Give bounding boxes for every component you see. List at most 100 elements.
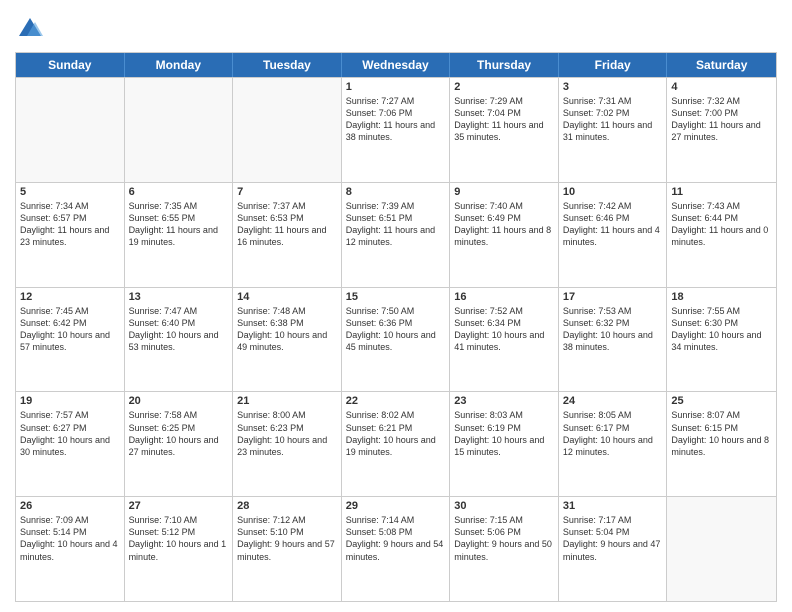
page: SundayMondayTuesdayWednesdayThursdayFrid… bbox=[0, 0, 792, 612]
calendar-cell-1-3 bbox=[233, 78, 342, 182]
cell-info: Sunrise: 8:02 AM Sunset: 6:21 PM Dayligh… bbox=[346, 409, 446, 458]
calendar-row-4: 19Sunrise: 7:57 AM Sunset: 6:27 PM Dayli… bbox=[16, 391, 776, 496]
calendar-cell-5-2: 27 Sunrise: 7:10 AM Sunset: 5:12 PM Dayli… bbox=[125, 497, 234, 601]
calendar-cell-4-7: 25Sunrise: 8:07 AM Sunset: 6:15 PM Dayli… bbox=[667, 392, 776, 496]
calendar-row-5: 26 Sunrise: 7:09 AM Sunset: 5:14 PM Dayli… bbox=[16, 496, 776, 601]
calendar-cell-5-5: 30 Sunrise: 7:15 AM Sunset: 5:06 PM Dayli… bbox=[450, 497, 559, 601]
calendar-cell-1-7: 4Sunrise: 7:32 AM Sunset: 7:00 PM Daylig… bbox=[667, 78, 776, 182]
day-number: 7 bbox=[237, 186, 337, 198]
day-number: 2 bbox=[454, 81, 554, 93]
cell-info: Sunrise: 7:14 AM Sunset: 5:08 PM Dayligh… bbox=[346, 514, 446, 563]
cell-info: Sunrise: 7:48 AM Sunset: 6:38 PM Dayligh… bbox=[237, 305, 337, 354]
calendar-cell-1-6: 3 Sunrise: 7:31 AM Sunset: 7:02 PM Daylig… bbox=[559, 78, 668, 182]
calendar-cell-3-4: 15Sunrise: 7:50 AM Sunset: 6:36 PM Dayli… bbox=[342, 288, 451, 392]
calendar-cell-5-7 bbox=[667, 497, 776, 601]
calendar-cell-4-2: 20 Sunrise: 7:58 AM Sunset: 6:25 PM Dayli… bbox=[125, 392, 234, 496]
calendar-cell-2-4: 8Sunrise: 7:39 AM Sunset: 6:51 PM Daylig… bbox=[342, 183, 451, 287]
cell-info: Sunrise: 7:39 AM Sunset: 6:51 PM Dayligh… bbox=[346, 200, 446, 249]
calendar-cell-2-7: 11 Sunrise: 7:43 AM Sunset: 6:44 PM Dayli… bbox=[667, 183, 776, 287]
day-number: 28 bbox=[237, 500, 337, 512]
calendar-cell-2-1: 5 Sunrise: 7:34 AM Sunset: 6:57 PM Daylig… bbox=[16, 183, 125, 287]
calendar-row-2: 5 Sunrise: 7:34 AM Sunset: 6:57 PM Daylig… bbox=[16, 182, 776, 287]
cell-info: Sunrise: 7:09 AM Sunset: 5:14 PM Dayligh… bbox=[20, 514, 120, 563]
day-number: 27 bbox=[129, 500, 229, 512]
calendar-cell-2-2: 6 Sunrise: 7:35 AM Sunset: 6:55 PM Daylig… bbox=[125, 183, 234, 287]
day-number: 18 bbox=[671, 291, 772, 303]
cell-info: Sunrise: 7:52 AM Sunset: 6:34 PM Dayligh… bbox=[454, 305, 554, 354]
day-number: 17 bbox=[563, 291, 663, 303]
day-number: 21 bbox=[237, 395, 337, 407]
calendar-cell-5-4: 29 Sunrise: 7:14 AM Sunset: 5:08 PM Dayli… bbox=[342, 497, 451, 601]
calendar-cell-5-1: 26 Sunrise: 7:09 AM Sunset: 5:14 PM Dayli… bbox=[16, 497, 125, 601]
calendar-cell-3-7: 18 Sunrise: 7:55 AM Sunset: 6:30 PM Dayli… bbox=[667, 288, 776, 392]
header-day-thursday: Thursday bbox=[450, 53, 559, 77]
cell-info: Sunrise: 7:53 AM Sunset: 6:32 PM Dayligh… bbox=[563, 305, 663, 354]
day-number: 24 bbox=[563, 395, 663, 407]
calendar-header: SundayMondayTuesdayWednesdayThursdayFrid… bbox=[16, 53, 776, 77]
cell-info: Sunrise: 7:10 AM Sunset: 5:12 PM Dayligh… bbox=[129, 514, 229, 563]
day-number: 15 bbox=[346, 291, 446, 303]
cell-info: Sunrise: 7:17 AM Sunset: 5:04 PM Dayligh… bbox=[563, 514, 663, 563]
calendar-cell-4-5: 23 Sunrise: 8:03 AM Sunset: 6:19 PM Dayli… bbox=[450, 392, 559, 496]
day-number: 5 bbox=[20, 186, 120, 198]
cell-info: Sunrise: 7:27 AM Sunset: 7:06 PM Dayligh… bbox=[346, 95, 446, 144]
cell-info: Sunrise: 7:15 AM Sunset: 5:06 PM Dayligh… bbox=[454, 514, 554, 563]
cell-info: Sunrise: 7:35 AM Sunset: 6:55 PM Dayligh… bbox=[129, 200, 229, 249]
calendar-body: 1Sunrise: 7:27 AM Sunset: 7:06 PM Daylig… bbox=[16, 77, 776, 601]
cell-info: Sunrise: 7:40 AM Sunset: 6:49 PM Dayligh… bbox=[454, 200, 554, 249]
day-number: 29 bbox=[346, 500, 446, 512]
calendar-cell-4-3: 21 Sunrise: 8:00 AM Sunset: 6:23 PM Dayli… bbox=[233, 392, 342, 496]
day-number: 20 bbox=[129, 395, 229, 407]
calendar-cell-3-3: 14 Sunrise: 7:48 AM Sunset: 6:38 PM Dayli… bbox=[233, 288, 342, 392]
cell-info: Sunrise: 7:29 AM Sunset: 7:04 PM Dayligh… bbox=[454, 95, 554, 144]
calendar-cell-3-5: 16Sunrise: 7:52 AM Sunset: 6:34 PM Dayli… bbox=[450, 288, 559, 392]
calendar-cell-1-2 bbox=[125, 78, 234, 182]
day-number: 30 bbox=[454, 500, 554, 512]
cell-info: Sunrise: 7:45 AM Sunset: 6:42 PM Dayligh… bbox=[20, 305, 120, 354]
header-day-monday: Monday bbox=[125, 53, 234, 77]
day-number: 13 bbox=[129, 291, 229, 303]
calendar-cell-4-1: 19Sunrise: 7:57 AM Sunset: 6:27 PM Dayli… bbox=[16, 392, 125, 496]
calendar-cell-1-5: 2 Sunrise: 7:29 AM Sunset: 7:04 PM Daylig… bbox=[450, 78, 559, 182]
cell-info: Sunrise: 8:05 AM Sunset: 6:17 PM Dayligh… bbox=[563, 409, 663, 458]
calendar: SundayMondayTuesdayWednesdayThursdayFrid… bbox=[15, 52, 777, 602]
calendar-cell-1-1 bbox=[16, 78, 125, 182]
cell-info: Sunrise: 8:00 AM Sunset: 6:23 PM Dayligh… bbox=[237, 409, 337, 458]
day-number: 11 bbox=[671, 186, 772, 198]
calendar-cell-5-3: 28 Sunrise: 7:12 AM Sunset: 5:10 PM Dayli… bbox=[233, 497, 342, 601]
day-number: 22 bbox=[346, 395, 446, 407]
cell-info: Sunrise: 7:58 AM Sunset: 6:25 PM Dayligh… bbox=[129, 409, 229, 458]
calendar-row-1: 1Sunrise: 7:27 AM Sunset: 7:06 PM Daylig… bbox=[16, 77, 776, 182]
cell-info: Sunrise: 8:03 AM Sunset: 6:19 PM Dayligh… bbox=[454, 409, 554, 458]
cell-info: Sunrise: 8:07 AM Sunset: 6:15 PM Dayligh… bbox=[671, 409, 772, 458]
cell-info: Sunrise: 7:55 AM Sunset: 6:30 PM Dayligh… bbox=[671, 305, 772, 354]
day-number: 3 bbox=[563, 81, 663, 93]
logo bbox=[15, 14, 49, 44]
day-number: 26 bbox=[20, 500, 120, 512]
cell-info: Sunrise: 7:34 AM Sunset: 6:57 PM Dayligh… bbox=[20, 200, 120, 249]
day-number: 6 bbox=[129, 186, 229, 198]
day-number: 23 bbox=[454, 395, 554, 407]
cell-info: Sunrise: 7:31 AM Sunset: 7:02 PM Dayligh… bbox=[563, 95, 663, 144]
logo-icon bbox=[15, 14, 45, 44]
header-day-sunday: Sunday bbox=[16, 53, 125, 77]
calendar-cell-4-6: 24 Sunrise: 8:05 AM Sunset: 6:17 PM Dayli… bbox=[559, 392, 668, 496]
cell-info: Sunrise: 7:47 AM Sunset: 6:40 PM Dayligh… bbox=[129, 305, 229, 354]
day-number: 31 bbox=[563, 500, 663, 512]
header-day-tuesday: Tuesday bbox=[233, 53, 342, 77]
day-number: 14 bbox=[237, 291, 337, 303]
calendar-cell-2-5: 9Sunrise: 7:40 AM Sunset: 6:49 PM Daylig… bbox=[450, 183, 559, 287]
header-day-wednesday: Wednesday bbox=[342, 53, 451, 77]
cell-info: Sunrise: 7:12 AM Sunset: 5:10 PM Dayligh… bbox=[237, 514, 337, 563]
cell-info: Sunrise: 7:43 AM Sunset: 6:44 PM Dayligh… bbox=[671, 200, 772, 249]
day-number: 12 bbox=[20, 291, 120, 303]
calendar-cell-2-3: 7Sunrise: 7:37 AM Sunset: 6:53 PM Daylig… bbox=[233, 183, 342, 287]
calendar-row-3: 12 Sunrise: 7:45 AM Sunset: 6:42 PM Dayli… bbox=[16, 287, 776, 392]
calendar-cell-3-1: 12 Sunrise: 7:45 AM Sunset: 6:42 PM Dayli… bbox=[16, 288, 125, 392]
header bbox=[15, 10, 777, 44]
cell-info: Sunrise: 7:42 AM Sunset: 6:46 PM Dayligh… bbox=[563, 200, 663, 249]
cell-info: Sunrise: 7:57 AM Sunset: 6:27 PM Dayligh… bbox=[20, 409, 120, 458]
day-number: 4 bbox=[671, 81, 772, 93]
calendar-cell-5-6: 31 Sunrise: 7:17 AM Sunset: 5:04 PM Dayli… bbox=[559, 497, 668, 601]
calendar-cell-2-6: 10Sunrise: 7:42 AM Sunset: 6:46 PM Dayli… bbox=[559, 183, 668, 287]
